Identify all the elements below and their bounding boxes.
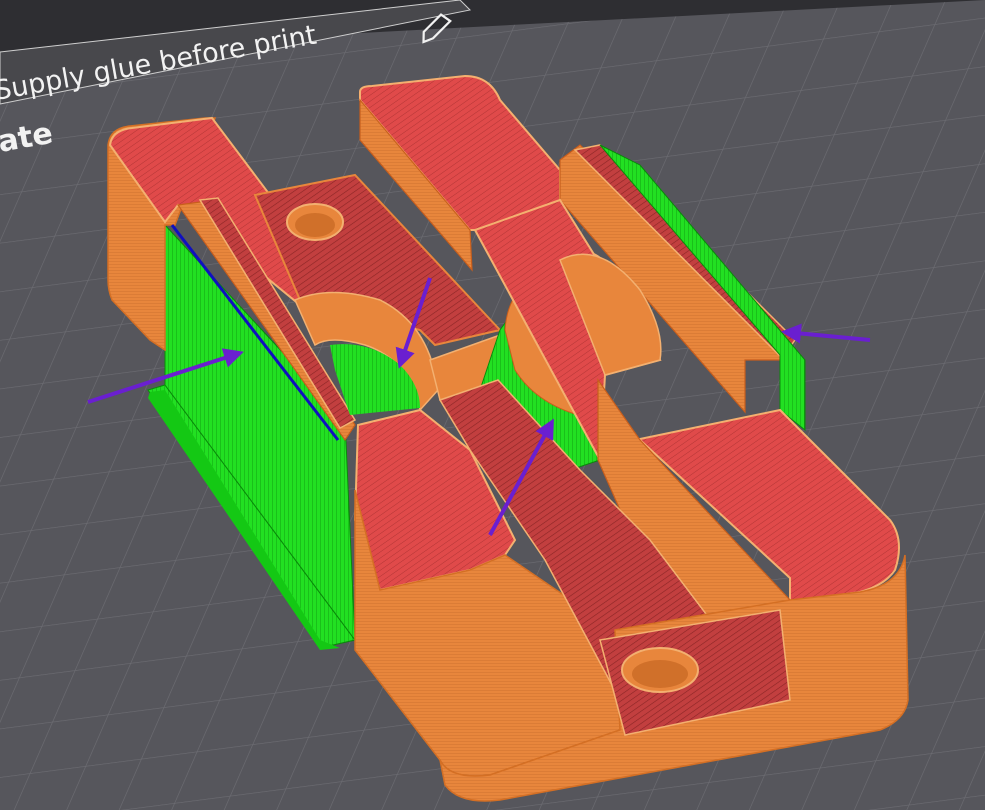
mount-hole-front-inner bbox=[632, 660, 688, 688]
slice-preview-scene[interactable]: Supply glue before print ate bbox=[0, 0, 985, 810]
mount-hole-back-inner bbox=[295, 213, 335, 237]
3d-viewport[interactable]: Supply glue before print ate bbox=[0, 0, 985, 810]
